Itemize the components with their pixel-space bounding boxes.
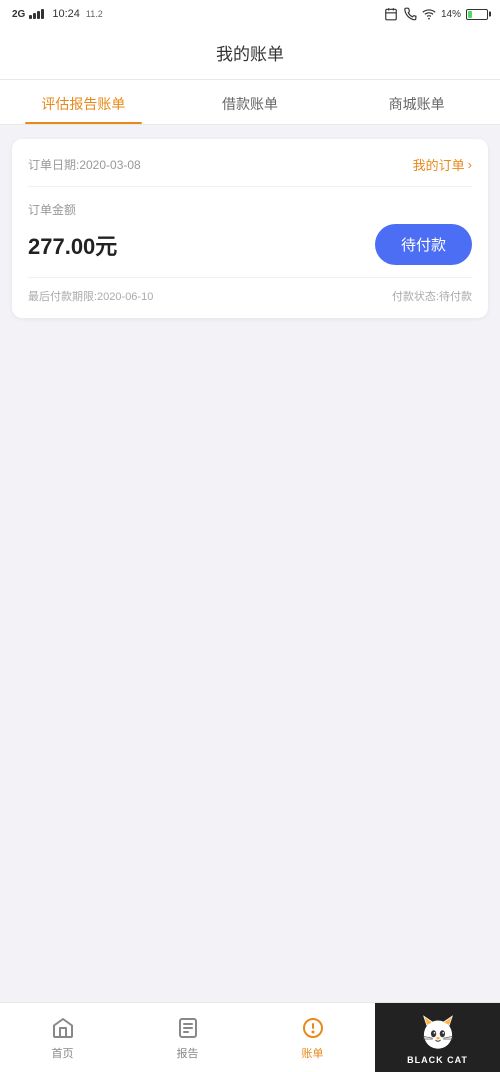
black-cat-button[interactable]: BLACK CAT [375, 1003, 500, 1072]
time-label: 10:24 [52, 8, 80, 20]
status-right: 14% [384, 7, 488, 21]
wifi-icon [422, 7, 436, 21]
due-date: 最后付款期限:2020-06-10 [28, 288, 153, 304]
amount-label: 订单金额 [28, 201, 472, 218]
nav-item-home[interactable]: 首页 [0, 1003, 125, 1072]
chevron-right-icon: › [468, 157, 472, 172]
pay-button[interactable]: 待付款 [375, 224, 472, 265]
page-title: 我的账单 [216, 45, 284, 64]
tab-loan[interactable]: 借款账单 [167, 80, 334, 124]
amount-value: 277.00元 [28, 229, 117, 261]
status-left: 2G 10:24 11.2 [12, 8, 103, 20]
amount-row: 277.00元 待付款 [28, 224, 472, 265]
nav-label-home: 首页 [52, 1045, 74, 1061]
black-cat-label: BLACK CAT [407, 1055, 468, 1065]
tab-mall[interactable]: 商城账单 [333, 80, 500, 124]
bottom-nav: 首页 报告 账单 [0, 1002, 500, 1072]
black-cat-logo-icon [416, 1010, 460, 1054]
card-footer: 最后付款期限:2020-06-10 付款状态:待付款 [28, 277, 472, 304]
card-header: 订单日期:2020-03-08 我的订单 › [28, 155, 472, 187]
battery-percent: 14% [441, 9, 461, 20]
bill-icon [300, 1015, 326, 1041]
battery-icon [466, 9, 488, 20]
my-order-link[interactable]: 我的订单 › [413, 155, 472, 174]
extra-status: 11.2 [86, 9, 103, 19]
card-body: 订单金额 277.00元 待付款 [28, 187, 472, 277]
status-bar: 2G 10:24 11.2 14% [0, 0, 500, 28]
order-card: 订单日期:2020-03-08 我的订单 › 订单金额 277.00元 待付款 … [12, 139, 488, 318]
calendar-icon [384, 7, 398, 21]
signal-label: 2G [12, 9, 25, 20]
nav-item-report[interactable]: 报告 [125, 1003, 250, 1072]
nav-item-bill[interactable]: 账单 [250, 1003, 375, 1072]
main-content: 订单日期:2020-03-08 我的订单 › 订单金额 277.00元 待付款 … [0, 125, 500, 332]
phone-icon [403, 7, 417, 21]
tab-evaluation[interactable]: 评估报告账单 [0, 80, 167, 124]
nav-label-report: 报告 [177, 1045, 199, 1061]
signal-bars [29, 9, 44, 19]
nav-label-bill: 账单 [302, 1045, 324, 1061]
order-date: 订单日期:2020-03-08 [28, 156, 141, 173]
pay-status: 付款状态:待付款 [392, 288, 472, 304]
home-icon [50, 1015, 76, 1041]
my-order-label: 我的订单 [413, 155, 465, 174]
page-header: 我的账单 [0, 28, 500, 80]
report-icon [175, 1015, 201, 1041]
tab-bar: 评估报告账单 借款账单 商城账单 [0, 80, 500, 125]
